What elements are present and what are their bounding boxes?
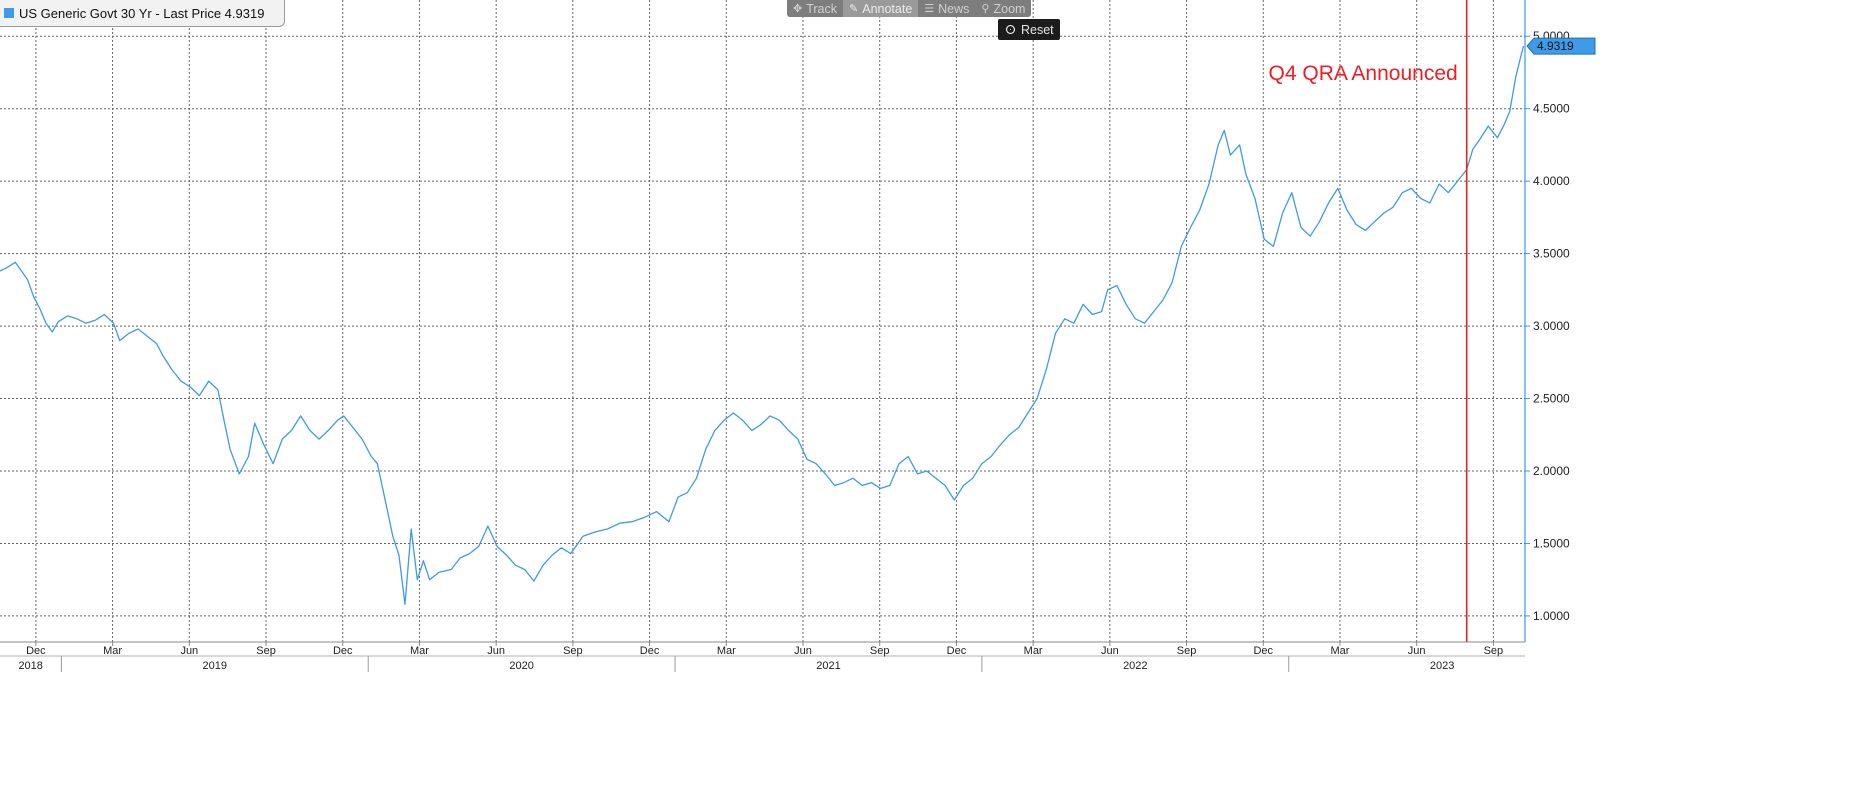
x-tick-label: Mar xyxy=(103,645,122,657)
zoom-label: Zoom xyxy=(993,1,1026,16)
x-tick-label: Mar xyxy=(1024,645,1043,657)
x-tick-label: Dec xyxy=(947,645,967,657)
y-tick-label: 1.0000 xyxy=(1533,609,1570,623)
x-year-label: 2020 xyxy=(509,660,533,672)
legend: US Generic Govt 30 Yr - Last Price 4.931… xyxy=(0,0,285,27)
x-tick-label: Jun xyxy=(794,645,812,657)
x-year-label: 2022 xyxy=(1123,660,1147,672)
news-icon: ☰ xyxy=(924,3,935,15)
reset-label: Reset xyxy=(1021,22,1054,37)
pencil-icon: ✎ xyxy=(849,3,859,15)
x-year-label: 2018 xyxy=(18,660,42,672)
series-line xyxy=(0,45,1525,605)
y-tick-label: 4.0000 xyxy=(1533,174,1570,188)
x-year-label: 2023 xyxy=(1430,660,1454,672)
series-layer xyxy=(0,45,1525,605)
price-chart[interactable]: 1.0000 1.5000 2.0000 2.5000 3.0000 3.5000 4.00… xyxy=(0,0,1863,796)
y-tick-label: 4.5000 xyxy=(1533,102,1570,116)
last-price-label: 4.9319 xyxy=(1537,39,1574,53)
y-axis: 1.0000 1.5000 2.0000 2.5000 3.0000 3.5000 4.00… xyxy=(1524,0,1570,642)
annotate-button[interactable]: ✎ Annotate xyxy=(843,0,919,17)
chart-grid xyxy=(0,0,1525,642)
x-tick-label: Jun xyxy=(1101,645,1119,657)
annotate-label: Annotate xyxy=(862,1,913,16)
news-label: News xyxy=(938,1,970,16)
x-tick-label: Sep xyxy=(1484,645,1504,657)
y-tick-label: 2.5000 xyxy=(1533,392,1570,406)
news-button[interactable]: ☰ News xyxy=(918,0,975,17)
y-tick-label: 3.0000 xyxy=(1533,319,1570,333)
x-tick-label: Mar xyxy=(410,645,429,657)
chart-toolbar: ✥ Track ✎ Annotate ☰ News ⚲ Zoom xyxy=(787,0,1032,17)
x-tick-label: Jun xyxy=(180,645,198,657)
series-swatch xyxy=(4,8,14,18)
track-button[interactable]: ✥ Track xyxy=(787,0,843,17)
crosshair-icon: ✥ xyxy=(793,3,803,15)
x-year-label: 2019 xyxy=(203,660,227,672)
y-tick-label: 1.5000 xyxy=(1533,536,1570,550)
x-tick-label: Sep xyxy=(256,645,276,657)
x-tick-label: Sep xyxy=(1177,645,1197,657)
reset-button[interactable]: Reset xyxy=(998,19,1060,40)
y-tick-label: 2.0000 xyxy=(1533,464,1570,478)
x-tick-label: Jun xyxy=(487,645,505,657)
x-tick-label: Sep xyxy=(870,645,890,657)
x-tick-label: Dec xyxy=(640,645,660,657)
x-year-label: 2021 xyxy=(816,660,840,672)
x-tick-label: Dec xyxy=(333,645,353,657)
x-tick-label: Sep xyxy=(563,645,583,657)
x-axis: Dec Mar Jun Sep Dec Mar Jun Sep Dec Mar Jun Sep Dec M… xyxy=(0,641,1525,672)
x-tick-label: Mar xyxy=(1330,645,1349,657)
track-label: Track xyxy=(806,1,838,16)
x-tick-label: Dec xyxy=(1253,645,1273,657)
x-tick-label: Dec xyxy=(26,645,46,657)
annotation-text: Q4 QRA Announced xyxy=(1269,62,1458,85)
reset-icon xyxy=(1006,25,1015,34)
y-tick-label: 3.5000 xyxy=(1533,247,1570,261)
x-tick-label: Jun xyxy=(1408,645,1426,657)
zoom-button[interactable]: ⚲ Zoom xyxy=(975,0,1031,17)
legend-label: US Generic Govt 30 Yr - Last Price 4.931… xyxy=(19,5,265,21)
magnifier-icon: ⚲ xyxy=(981,3,990,15)
x-tick-label: Mar xyxy=(717,645,736,657)
